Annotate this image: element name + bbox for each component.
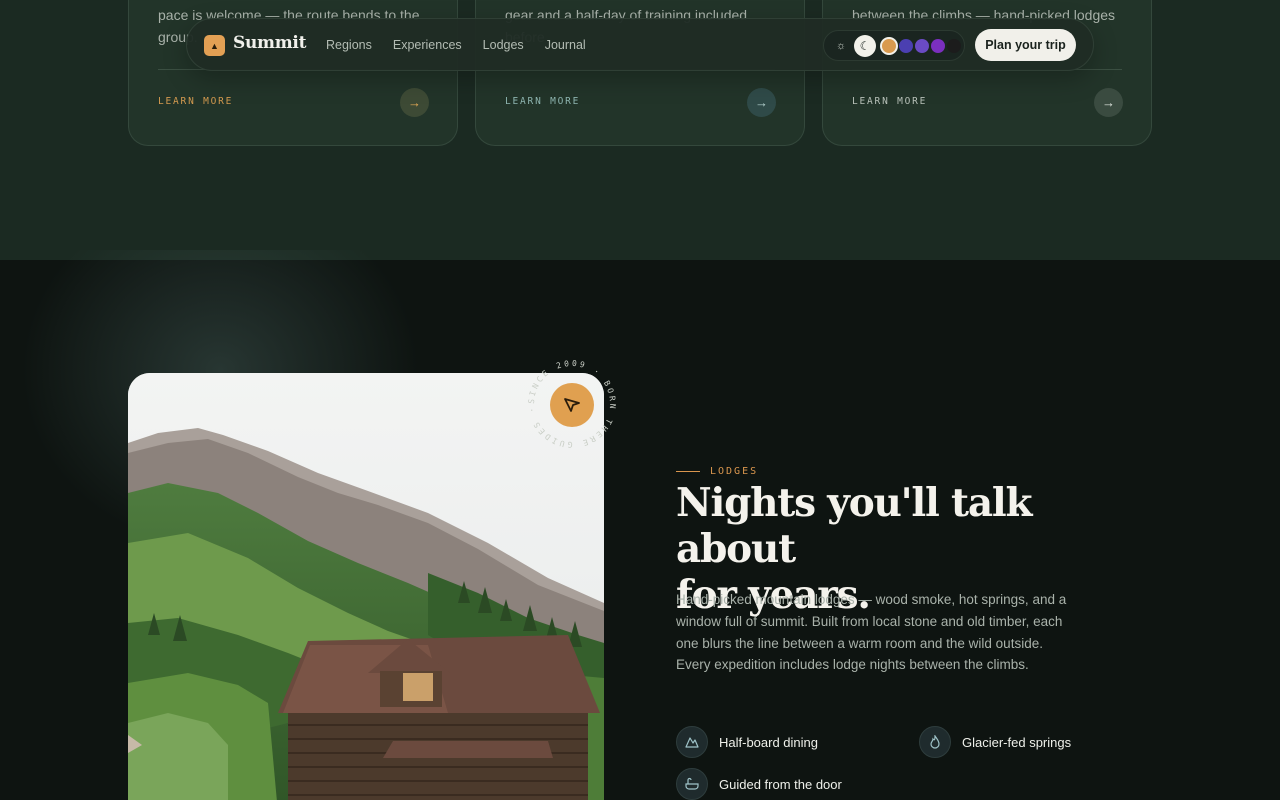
plan-trip-button[interactable]: Plan your trip bbox=[975, 29, 1076, 61]
feature-label: Glacier-fed springs bbox=[962, 734, 1072, 750]
swatch-black[interactable] bbox=[947, 39, 961, 53]
learn-more-link[interactable]: LEARN MORE bbox=[158, 96, 233, 107]
nav-link-lodges[interactable]: Lodges bbox=[483, 38, 524, 52]
arrow-right-icon[interactable]: → bbox=[400, 88, 429, 117]
nav-link-journal[interactable]: Journal bbox=[545, 38, 586, 52]
headline-line-1: Nights you'll talk about bbox=[676, 480, 1033, 572]
learn-more-link[interactable]: LEARN MORE bbox=[505, 96, 580, 107]
swatch-amber[interactable] bbox=[882, 39, 896, 53]
theme-switcher: ☼ ☾ bbox=[823, 30, 965, 61]
learn-more-link[interactable]: LEARN MORE bbox=[852, 96, 927, 107]
bath-icon bbox=[676, 768, 708, 800]
mountain-icon[interactable]: ▲ bbox=[204, 35, 225, 56]
swatch-violet[interactable] bbox=[915, 39, 929, 53]
nav-links: Regions Experiences Lodges Journal bbox=[326, 38, 586, 52]
swatch-purple[interactable] bbox=[931, 39, 945, 53]
feature-item: Half-board dining bbox=[676, 726, 818, 758]
brand-name[interactable]: Summit bbox=[233, 33, 306, 53]
sun-icon[interactable]: ☼ bbox=[833, 38, 849, 54]
nav-link-regions[interactable]: Regions bbox=[326, 38, 372, 52]
top-navbar: ▲ Summit Regions Experiences Lodges Jour… bbox=[186, 18, 1094, 71]
nav-link-experiences[interactable]: Experiences bbox=[393, 38, 462, 52]
feature-item: Glacier-fed springs bbox=[919, 726, 1071, 758]
feature-label: Guided from the door bbox=[719, 776, 842, 792]
feature-item: Guided from the door bbox=[676, 768, 842, 800]
mountain-icon bbox=[676, 726, 708, 758]
arrow-right-icon[interactable]: → bbox=[747, 88, 776, 117]
feature-label: Half-board dining bbox=[719, 734, 819, 750]
eyebrow-label: LODGES bbox=[710, 466, 759, 477]
section-body: Hand-picked mountain lodges — wood smoke… bbox=[676, 592, 1067, 673]
moon-icon[interactable]: ☾ bbox=[854, 35, 876, 57]
section-eyebrow: LODGES bbox=[676, 466, 758, 477]
swatch-indigo[interactable] bbox=[899, 39, 913, 53]
arrow-right-icon[interactable]: → bbox=[1094, 88, 1123, 117]
eyebrow-line bbox=[676, 471, 700, 472]
flame-icon bbox=[919, 726, 951, 758]
cursor-icon bbox=[550, 383, 594, 427]
